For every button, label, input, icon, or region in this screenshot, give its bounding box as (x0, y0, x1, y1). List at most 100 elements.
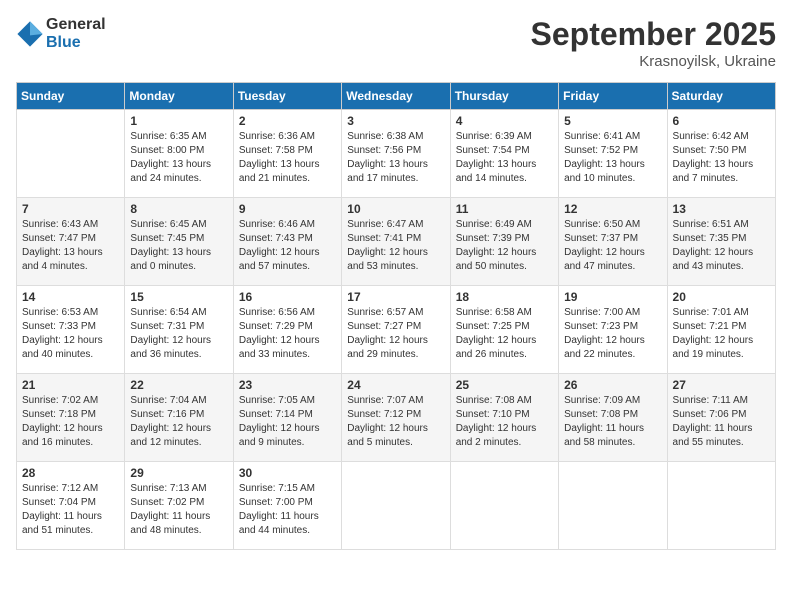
day-number: 12 (564, 202, 661, 216)
day-number: 29 (130, 466, 227, 480)
calendar-cell: 26 Sunrise: 7:09 AM Sunset: 7:08 PM Dayli… (559, 374, 667, 462)
day-info: Sunrise: 7:05 AM Sunset: 7:14 PM Dayligh… (239, 394, 336, 450)
day-info: Sunrise: 6:43 AM Sunset: 7:47 PM Dayligh… (22, 218, 119, 274)
day-number: 23 (239, 378, 336, 392)
title-block: September 2025 Krasnoyilsk, Ukraine (531, 16, 776, 70)
day-info: Sunrise: 6:47 AM Sunset: 7:41 PM Dayligh… (347, 218, 444, 274)
day-number: 15 (130, 290, 227, 304)
header-tuesday: Tuesday (233, 83, 341, 110)
day-number: 10 (347, 202, 444, 216)
calendar-cell (450, 462, 558, 550)
calendar-header-row: SundayMondayTuesdayWednesdayThursdayFrid… (17, 83, 776, 110)
day-info: Sunrise: 6:53 AM Sunset: 7:33 PM Dayligh… (22, 306, 119, 362)
location-subtitle: Krasnoyilsk, Ukraine (531, 53, 776, 70)
day-number: 9 (239, 202, 336, 216)
day-info: Sunrise: 6:50 AM Sunset: 7:37 PM Dayligh… (564, 218, 661, 274)
calendar-cell: 1 Sunrise: 6:35 AM Sunset: 8:00 PM Daylig… (125, 110, 233, 198)
header-thursday: Thursday (450, 83, 558, 110)
day-number: 14 (22, 290, 119, 304)
day-info: Sunrise: 7:12 AM Sunset: 7:04 PM Dayligh… (22, 482, 119, 538)
day-number: 1 (130, 114, 227, 128)
calendar-cell: 9 Sunrise: 6:46 AM Sunset: 7:43 PM Daylig… (233, 198, 341, 286)
day-info: Sunrise: 7:00 AM Sunset: 7:23 PM Dayligh… (564, 306, 661, 362)
day-info: Sunrise: 6:56 AM Sunset: 7:29 PM Dayligh… (239, 306, 336, 362)
day-number: 16 (239, 290, 336, 304)
day-info: Sunrise: 6:57 AM Sunset: 7:27 PM Dayligh… (347, 306, 444, 362)
day-info: Sunrise: 6:41 AM Sunset: 7:52 PM Dayligh… (564, 130, 661, 186)
day-number: 28 (22, 466, 119, 480)
day-number: 27 (673, 378, 770, 392)
month-title: September 2025 (531, 16, 776, 53)
day-number: 5 (564, 114, 661, 128)
calendar-week-row: 1 Sunrise: 6:35 AM Sunset: 8:00 PM Daylig… (17, 110, 776, 198)
day-info: Sunrise: 6:54 AM Sunset: 7:31 PM Dayligh… (130, 306, 227, 362)
calendar-cell: 2Sunrise: 6:36 AM Sunset: 7:58 PM Daylig… (233, 110, 341, 198)
logo-icon (16, 20, 44, 48)
day-info: Sunrise: 7:15 AM Sunset: 7:00 PM Dayligh… (239, 482, 336, 538)
day-number: 8 (130, 202, 227, 216)
day-info: Sunrise: 7:02 AM Sunset: 7:18 PM Dayligh… (22, 394, 119, 450)
calendar-cell: 16 Sunrise: 6:56 AM Sunset: 7:29 PM Dayli… (233, 286, 341, 374)
day-number: 11 (456, 202, 553, 216)
calendar-week-row: 28 Sunrise: 7:12 AM Sunset: 7:04 PM Dayli… (17, 462, 776, 550)
calendar-cell: 15 Sunrise: 6:54 AM Sunset: 7:31 PM Dayli… (125, 286, 233, 374)
calendar-cell: 20Sunrise: 7:01 AM Sunset: 7:21 PM Dayli… (667, 286, 775, 374)
day-number: 17 (347, 290, 444, 304)
day-info: Sunrise: 7:09 AM Sunset: 7:08 PM Dayligh… (564, 394, 661, 450)
calendar-week-row: 7 Sunrise: 6:43 AM Sunset: 7:47 PM Daylig… (17, 198, 776, 286)
day-info: Sunrise: 7:01 AM Sunset: 7:21 PM Dayligh… (673, 306, 770, 362)
day-number: 3 (347, 114, 444, 128)
day-info: Sunrise: 6:51 AM Sunset: 7:35 PM Dayligh… (673, 218, 770, 274)
calendar-cell: 29Sunrise: 7:13 AM Sunset: 7:02 PM Dayli… (125, 462, 233, 550)
day-number: 13 (673, 202, 770, 216)
logo-general: General (46, 16, 106, 34)
day-number: 18 (456, 290, 553, 304)
page-header: General Blue September 2025 Krasnoyilsk,… (16, 16, 776, 70)
calendar-cell: 7 Sunrise: 6:43 AM Sunset: 7:47 PM Daylig… (17, 198, 125, 286)
day-number: 19 (564, 290, 661, 304)
day-number: 30 (239, 466, 336, 480)
logo-blue: Blue (46, 34, 106, 52)
day-number: 7 (22, 202, 119, 216)
header-saturday: Saturday (667, 83, 775, 110)
calendar-cell: 10 Sunrise: 6:47 AM Sunset: 7:41 PM Dayli… (342, 198, 450, 286)
day-number: 22 (130, 378, 227, 392)
calendar-week-row: 14 Sunrise: 6:53 AM Sunset: 7:33 PM Dayli… (17, 286, 776, 374)
calendar-cell (559, 462, 667, 550)
day-info: Sunrise: 6:49 AM Sunset: 7:39 PM Dayligh… (456, 218, 553, 274)
day-number: 6 (673, 114, 770, 128)
calendar-cell: 21 Sunrise: 7:02 AM Sunset: 7:18 PM Dayli… (17, 374, 125, 462)
calendar-cell (17, 110, 125, 198)
calendar-cell: 14 Sunrise: 6:53 AM Sunset: 7:33 PM Dayli… (17, 286, 125, 374)
header-monday: Monday (125, 83, 233, 110)
calendar-cell: 5 Sunrise: 6:41 AM Sunset: 7:52 PM Daylig… (559, 110, 667, 198)
day-info: Sunrise: 6:46 AM Sunset: 7:43 PM Dayligh… (239, 218, 336, 274)
day-number: 25 (456, 378, 553, 392)
calendar-cell: 3Sunrise: 6:38 AM Sunset: 7:56 PM Daylig… (342, 110, 450, 198)
day-number: 2 (239, 114, 336, 128)
calendar-week-row: 21 Sunrise: 7:02 AM Sunset: 7:18 PM Dayli… (17, 374, 776, 462)
day-number: 24 (347, 378, 444, 392)
day-number: 4 (456, 114, 553, 128)
calendar-body: 1 Sunrise: 6:35 AM Sunset: 8:00 PM Daylig… (17, 110, 776, 550)
day-number: 26 (564, 378, 661, 392)
calendar-cell: 13 Sunrise: 6:51 AM Sunset: 7:35 PM Dayli… (667, 198, 775, 286)
calendar-cell: 17 Sunrise: 6:57 AM Sunset: 7:27 PM Dayli… (342, 286, 450, 374)
header-sunday: Sunday (17, 83, 125, 110)
day-info: Sunrise: 6:58 AM Sunset: 7:25 PM Dayligh… (456, 306, 553, 362)
calendar-cell: 8Sunrise: 6:45 AM Sunset: 7:45 PM Daylig… (125, 198, 233, 286)
day-number: 21 (22, 378, 119, 392)
day-info: Sunrise: 7:11 AM Sunset: 7:06 PM Dayligh… (673, 394, 770, 450)
day-info: Sunrise: 6:35 AM Sunset: 8:00 PM Dayligh… (130, 130, 227, 186)
calendar-cell: 6Sunrise: 6:42 AM Sunset: 7:50 PM Daylig… (667, 110, 775, 198)
calendar-cell: 23 Sunrise: 7:05 AM Sunset: 7:14 PM Dayli… (233, 374, 341, 462)
day-info: Sunrise: 7:07 AM Sunset: 7:12 PM Dayligh… (347, 394, 444, 450)
calendar-cell: 12 Sunrise: 6:50 AM Sunset: 7:37 PM Dayli… (559, 198, 667, 286)
day-info: Sunrise: 6:39 AM Sunset: 7:54 PM Dayligh… (456, 130, 553, 186)
calendar-cell: 27 Sunrise: 7:11 AM Sunset: 7:06 PM Dayli… (667, 374, 775, 462)
header-wednesday: Wednesday (342, 83, 450, 110)
calendar-cell: 18 Sunrise: 6:58 AM Sunset: 7:25 PM Dayli… (450, 286, 558, 374)
calendar-table: SundayMondayTuesdayWednesdayThursdayFrid… (16, 82, 776, 550)
day-info: Sunrise: 7:08 AM Sunset: 7:10 PM Dayligh… (456, 394, 553, 450)
calendar-cell: 30 Sunrise: 7:15 AM Sunset: 7:00 PM Dayli… (233, 462, 341, 550)
